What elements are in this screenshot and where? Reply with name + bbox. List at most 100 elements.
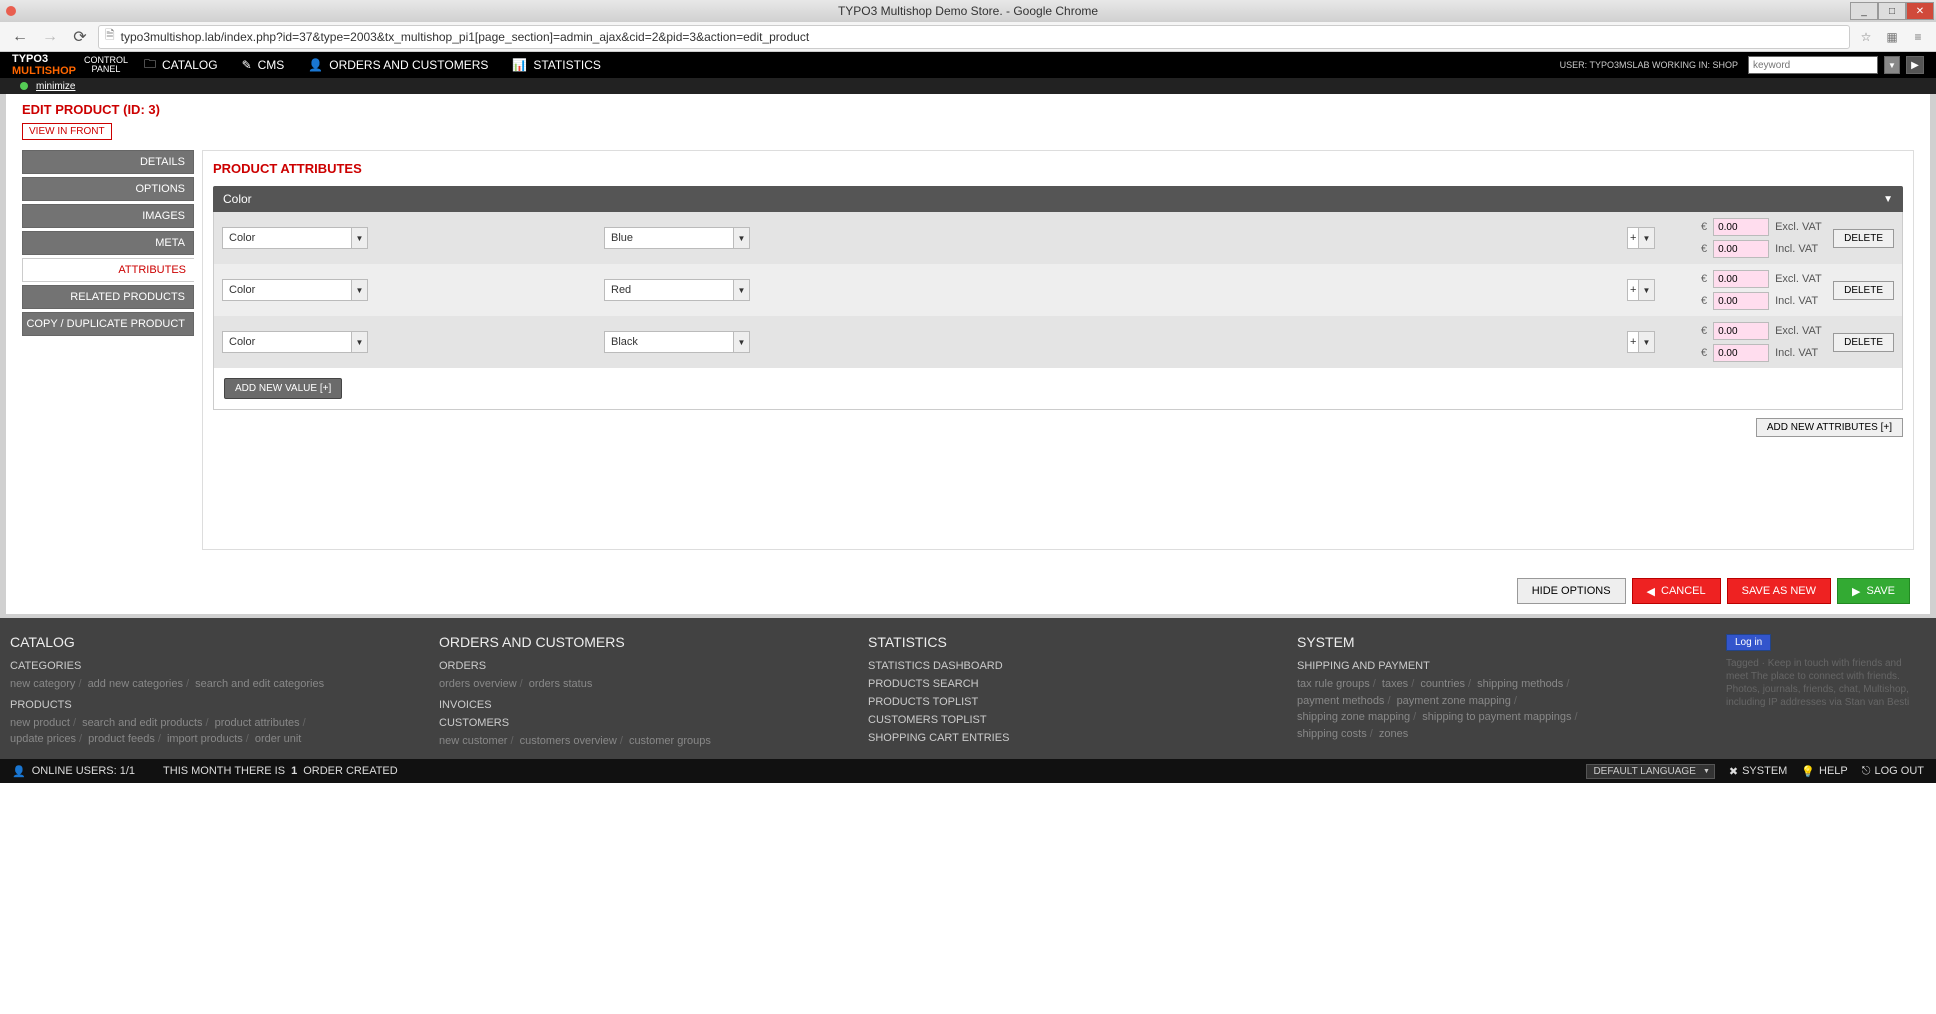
login-button[interactable]: Log in bbox=[1726, 634, 1771, 651]
footer-link[interactable]: new product bbox=[10, 717, 70, 729]
attr-select[interactable]: Color ▼ bbox=[222, 279, 368, 301]
forward-button[interactable]: → bbox=[38, 25, 62, 49]
search-dropdown-button[interactable]: ▼ bbox=[1884, 56, 1900, 74]
footer-link[interactable]: shipping methods bbox=[1477, 678, 1563, 690]
footer-link[interactable]: shipping to payment mappings bbox=[1422, 711, 1571, 723]
chevron-down-icon[interactable]: ▼ bbox=[352, 279, 368, 301]
footer-link[interactable]: shipping costs bbox=[1297, 728, 1367, 740]
incl-vat-input[interactable] bbox=[1713, 292, 1769, 310]
footer-link[interactable]: PRODUCTS SEARCH bbox=[868, 678, 979, 690]
sign-select[interactable]: + ▼ bbox=[1627, 331, 1655, 353]
collapse-icon[interactable]: ▼ bbox=[1883, 194, 1893, 205]
tab-images[interactable]: IMAGES bbox=[22, 204, 194, 228]
value-select[interactable]: Blue ▼ bbox=[604, 227, 750, 249]
tab-meta[interactable]: META bbox=[22, 231, 194, 255]
footer-link[interactable]: shipping zone mapping bbox=[1297, 711, 1410, 723]
attr-select[interactable]: Color ▼ bbox=[222, 227, 368, 249]
chevron-down-icon[interactable]: ▼ bbox=[734, 331, 750, 353]
footer-link[interactable]: product attributes bbox=[215, 717, 300, 729]
hide-options-button[interactable]: HIDE OPTIONS bbox=[1517, 578, 1626, 604]
delete-button[interactable]: DELETE bbox=[1833, 229, 1894, 248]
value-select[interactable]: Black ▼ bbox=[604, 331, 750, 353]
tab-copy[interactable]: COPY / DUPLICATE PRODUCT bbox=[22, 312, 194, 336]
footer-link[interactable]: order unit bbox=[255, 733, 301, 745]
footer-link[interactable]: orders overview bbox=[439, 678, 517, 690]
language-select[interactable]: DEFAULT LANGUAGE bbox=[1586, 764, 1714, 779]
admin-logo[interactable]: TYPO3 MULTISHOP CONTROL PANEL bbox=[12, 53, 128, 77]
logout-link[interactable]: ⎋LOG OUT bbox=[1862, 765, 1924, 778]
view-in-front-button[interactable]: VIEW IN FRONT bbox=[22, 123, 112, 140]
delete-button[interactable]: DELETE bbox=[1833, 333, 1894, 352]
sign-select[interactable]: + ▼ bbox=[1627, 279, 1655, 301]
minimize-bar: minimize bbox=[0, 78, 1936, 94]
sign-select[interactable]: + ▼ bbox=[1627, 227, 1655, 249]
excl-vat-input[interactable] bbox=[1713, 270, 1769, 288]
footer-link[interactable]: PRODUCTS TOPLIST bbox=[868, 696, 978, 708]
footer-link[interactable]: search and edit products bbox=[82, 717, 202, 729]
chevron-down-icon[interactable]: ▼ bbox=[1639, 331, 1655, 353]
reload-button[interactable]: ⟳ bbox=[68, 25, 92, 49]
minimize-window-button[interactable]: _ bbox=[1850, 2, 1878, 20]
close-window-button[interactable]: ✕ bbox=[1906, 2, 1934, 20]
save-as-new-button[interactable]: SAVE AS NEW bbox=[1727, 578, 1831, 604]
mac-close-icon[interactable] bbox=[6, 6, 16, 16]
menu-icon[interactable]: ≡ bbox=[1908, 27, 1928, 47]
chevron-down-icon[interactable]: ▼ bbox=[1639, 279, 1655, 301]
tab-related[interactable]: RELATED PRODUCTS bbox=[22, 285, 194, 309]
help-link[interactable]: 💡HELP bbox=[1801, 765, 1847, 778]
menu-catalog[interactable]: 🗀 CATALOG bbox=[144, 55, 218, 76]
chevron-down-icon[interactable]: ▼ bbox=[352, 331, 368, 353]
footer-link[interactable]: payment zone mapping bbox=[1397, 695, 1511, 707]
footer-link[interactable]: new customer bbox=[439, 735, 507, 747]
footer-link[interactable]: product feeds bbox=[88, 733, 155, 745]
footer-link[interactable]: import products bbox=[167, 733, 243, 745]
footer-link[interactable]: search and edit categories bbox=[195, 678, 324, 690]
maximize-window-button[interactable]: □ bbox=[1878, 2, 1906, 20]
chevron-down-icon[interactable]: ▼ bbox=[352, 227, 368, 249]
footer-link[interactable]: STATISTICS DASHBOARD bbox=[868, 660, 1003, 672]
footer-link[interactable]: new category bbox=[10, 678, 75, 690]
url-bar[interactable]: 🗎 typo3multishop.lab/index.php?id=37&typ… bbox=[98, 25, 1850, 49]
incl-vat-input[interactable] bbox=[1713, 344, 1769, 362]
footer-link[interactable]: customer groups bbox=[629, 735, 711, 747]
footer-link[interactable]: customers overview bbox=[520, 735, 617, 747]
footer-link[interactable]: payment methods bbox=[1297, 695, 1384, 707]
value-select[interactable]: Red ▼ bbox=[604, 279, 750, 301]
chevron-down-icon[interactable]: ▼ bbox=[734, 279, 750, 301]
minimize-link[interactable]: minimize bbox=[36, 81, 75, 92]
chevron-down-icon[interactable]: ▼ bbox=[1639, 227, 1655, 249]
cancel-button[interactable]: ◀CANCEL bbox=[1632, 578, 1721, 604]
footer-title-catalog: CATALOG bbox=[10, 634, 409, 650]
excl-vat-input[interactable] bbox=[1713, 218, 1769, 236]
save-button[interactable]: ▶SAVE bbox=[1837, 578, 1910, 604]
add-value-button[interactable]: ADD NEW VALUE [+] bbox=[224, 378, 342, 399]
footer-link[interactable]: taxes bbox=[1382, 678, 1408, 690]
chevron-down-icon[interactable]: ▼ bbox=[734, 227, 750, 249]
menu-statistics[interactable]: 📊 STATISTICS bbox=[512, 55, 601, 76]
search-go-button[interactable]: ▶ bbox=[1906, 56, 1924, 74]
footer-link[interactable]: zones bbox=[1379, 728, 1408, 740]
menu-orders[interactable]: 👤 ORDERS AND CUSTOMERS bbox=[308, 55, 488, 76]
system-link[interactable]: ✖SYSTEM bbox=[1729, 765, 1787, 778]
footer-link[interactable]: orders status bbox=[529, 678, 593, 690]
footer-link[interactable]: update prices bbox=[10, 733, 76, 745]
footer-link[interactable]: SHOPPING CART ENTRIES bbox=[868, 732, 1009, 744]
tab-attributes[interactable]: ATTRIBUTES bbox=[22, 258, 194, 282]
back-button[interactable]: ← bbox=[8, 25, 32, 49]
footer-link[interactable]: countries bbox=[1420, 678, 1465, 690]
menu-cms[interactable]: ✎ CMS bbox=[242, 55, 285, 76]
extension-icon[interactable]: ▦ bbox=[1882, 27, 1902, 47]
attr-select[interactable]: Color ▼ bbox=[222, 331, 368, 353]
online-users: ONLINE USERS: 1/1 bbox=[32, 765, 135, 777]
incl-vat-input[interactable] bbox=[1713, 240, 1769, 258]
footer-link[interactable]: tax rule groups bbox=[1297, 678, 1370, 690]
star-icon[interactable]: ☆ bbox=[1856, 27, 1876, 47]
tab-details[interactable]: DETAILS bbox=[22, 150, 194, 174]
footer-link[interactable]: add new categories bbox=[88, 678, 183, 690]
tab-options[interactable]: OPTIONS bbox=[22, 177, 194, 201]
add-attributes-button[interactable]: ADD NEW ATTRIBUTES [+] bbox=[1756, 418, 1903, 437]
footer-link[interactable]: CUSTOMERS TOPLIST bbox=[868, 714, 987, 726]
delete-button[interactable]: DELETE bbox=[1833, 281, 1894, 300]
excl-vat-input[interactable] bbox=[1713, 322, 1769, 340]
search-input[interactable] bbox=[1748, 56, 1878, 74]
